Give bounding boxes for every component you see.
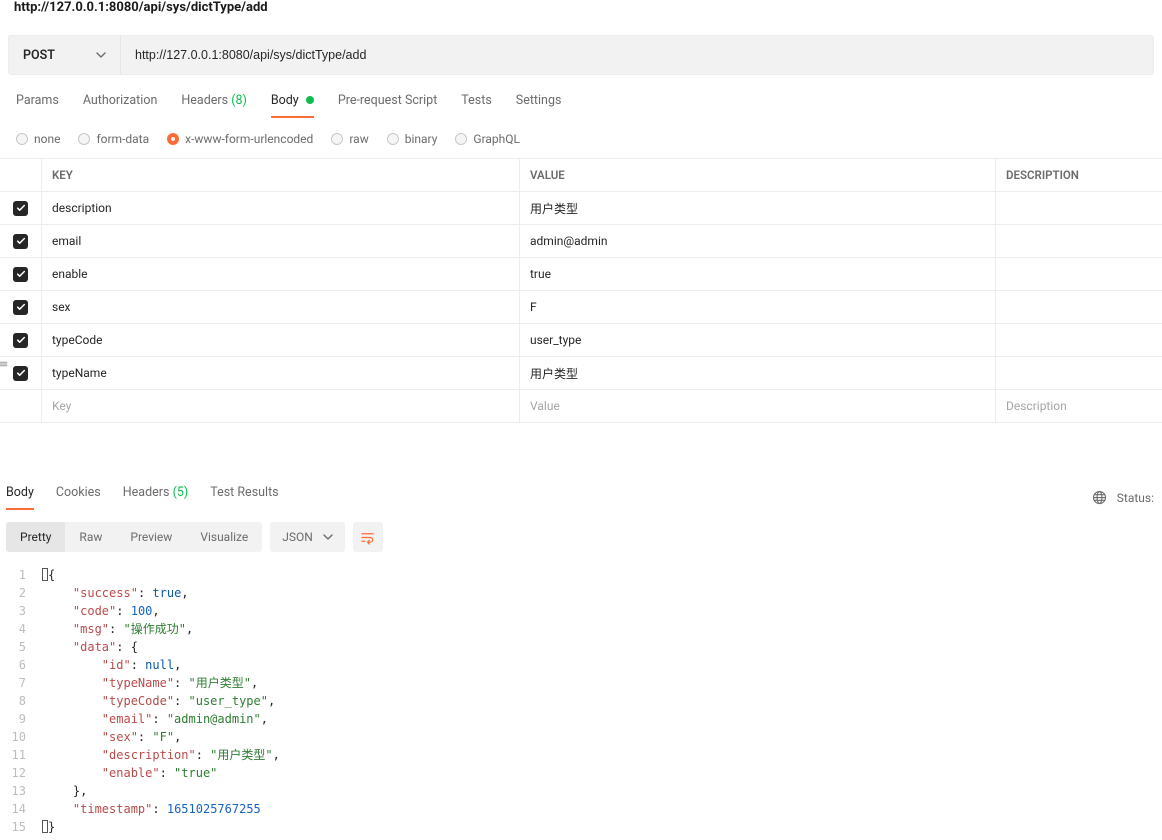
radio-icon	[16, 133, 28, 145]
tab-settings[interactable]: Settings	[516, 93, 562, 118]
param-desc[interactable]	[996, 192, 1162, 224]
param-value[interactable]: admin@admin	[520, 225, 996, 257]
param-value[interactable]: F	[520, 291, 996, 323]
body-type-raw[interactable]: raw	[331, 132, 368, 146]
param-value[interactable]: 用户类型	[520, 192, 996, 224]
drag-handle-icon[interactable]	[0, 357, 10, 371]
param-value[interactable]: 用户类型	[520, 357, 996, 389]
body-type-x-www[interactable]: x-www-form-urlencoded	[167, 132, 313, 146]
body-type-binary[interactable]: binary	[387, 132, 438, 146]
response-body-code[interactable]: 1{ 2 "success": true, 3 "code": 100, 4 "…	[0, 562, 1162, 836]
wrap-icon	[360, 530, 375, 545]
tab-headers[interactable]: Headers (8)	[181, 93, 246, 118]
request-title: http://127.0.0.1:8080/api/sys/dictType/a…	[0, 0, 1162, 27]
table-row[interactable]: enabletrue	[0, 258, 1162, 291]
tab-headers-count: (8)	[231, 93, 247, 108]
param-key[interactable]: typeName	[42, 357, 520, 389]
globe-icon	[1092, 490, 1107, 505]
http-method-label: POST	[23, 48, 55, 63]
table-row[interactable]: description用户类型	[0, 192, 1162, 225]
resp-tab-tests[interactable]: Test Results	[210, 485, 278, 510]
tab-headers-label: Headers	[181, 93, 228, 108]
wrap-lines-button[interactable]	[353, 522, 383, 552]
new-key-input[interactable]: Key	[42, 390, 520, 422]
http-method-select[interactable]: POST	[9, 36, 121, 74]
row-checkbox[interactable]	[13, 300, 28, 315]
chevron-down-icon	[323, 534, 333, 540]
body-type-form-data[interactable]: form-data	[78, 132, 149, 146]
status-label: Status:	[1117, 491, 1154, 505]
tab-params[interactable]: Params	[16, 93, 59, 118]
param-desc[interactable]	[996, 357, 1162, 389]
body-type-none[interactable]: none	[16, 132, 60, 146]
view-pretty[interactable]: Pretty	[6, 522, 65, 552]
form-params-table: KEY VALUE DESCRIPTION description用户类型ema…	[0, 158, 1162, 423]
param-key[interactable]: enable	[42, 258, 520, 290]
table-row[interactable]: typeCodeuser_type	[0, 324, 1162, 357]
tab-dirty-indicator-icon	[306, 96, 314, 104]
new-desc-input[interactable]: Description	[996, 390, 1162, 422]
table-row-new[interactable]: Key Value Description	[0, 390, 1162, 423]
row-checkbox[interactable]	[13, 333, 28, 348]
row-checkbox[interactable]	[13, 366, 28, 381]
body-type-graphql[interactable]: GraphQL	[455, 132, 520, 146]
radio-icon	[331, 133, 343, 145]
tab-body-label: Body	[271, 93, 299, 108]
table-row[interactable]: sexF	[0, 291, 1162, 324]
col-header-value: VALUE	[520, 159, 996, 191]
param-key[interactable]: email	[42, 225, 520, 257]
tab-prereq[interactable]: Pre-request Script	[338, 93, 437, 118]
param-value[interactable]: user_type	[520, 324, 996, 356]
request-bar: POST	[8, 35, 1154, 75]
tab-body[interactable]: Body	[271, 93, 314, 118]
radio-icon	[167, 133, 179, 145]
param-desc[interactable]	[996, 258, 1162, 290]
radio-icon	[387, 133, 399, 145]
resp-tab-body[interactable]: Body	[6, 485, 34, 510]
param-desc[interactable]	[996, 324, 1162, 356]
format-select[interactable]: JSON	[270, 522, 345, 552]
new-value-input[interactable]: Value	[520, 390, 996, 422]
table-row[interactable]: typeName用户类型	[0, 357, 1162, 390]
view-raw[interactable]: Raw	[65, 522, 116, 552]
param-desc[interactable]	[996, 291, 1162, 323]
row-checkbox[interactable]	[13, 201, 28, 216]
table-row[interactable]: emailadmin@admin	[0, 225, 1162, 258]
request-tabs: Params Authorization Headers (8) Body Pr…	[0, 75, 1162, 118]
response-view-controls: Pretty Raw Preview Visualize JSON	[0, 510, 1162, 562]
radio-icon	[455, 133, 467, 145]
body-type-radios: none form-data x-www-form-urlencoded raw…	[0, 118, 1162, 158]
view-preview[interactable]: Preview	[116, 522, 186, 552]
resp-tab-headers[interactable]: Headers (5)	[123, 485, 188, 510]
param-key[interactable]: typeCode	[42, 324, 520, 356]
param-value[interactable]: true	[520, 258, 996, 290]
view-visualize[interactable]: Visualize	[186, 522, 262, 552]
param-key[interactable]: description	[42, 192, 520, 224]
row-checkbox[interactable]	[13, 267, 28, 282]
tab-tests[interactable]: Tests	[461, 93, 491, 118]
response-header: Body Cookies Headers (5) Test Results St…	[0, 471, 1162, 510]
row-checkbox[interactable]	[13, 234, 28, 249]
param-key[interactable]: sex	[42, 291, 520, 323]
radio-icon	[78, 133, 90, 145]
param-desc[interactable]	[996, 225, 1162, 257]
chevron-down-icon	[96, 52, 106, 58]
request-url-input[interactable]	[121, 48, 1153, 62]
col-header-key: KEY	[42, 159, 520, 191]
tab-authorization[interactable]: Authorization	[83, 93, 158, 118]
resp-tab-cookies[interactable]: Cookies	[56, 485, 101, 510]
col-header-desc: DESCRIPTION	[996, 159, 1162, 191]
